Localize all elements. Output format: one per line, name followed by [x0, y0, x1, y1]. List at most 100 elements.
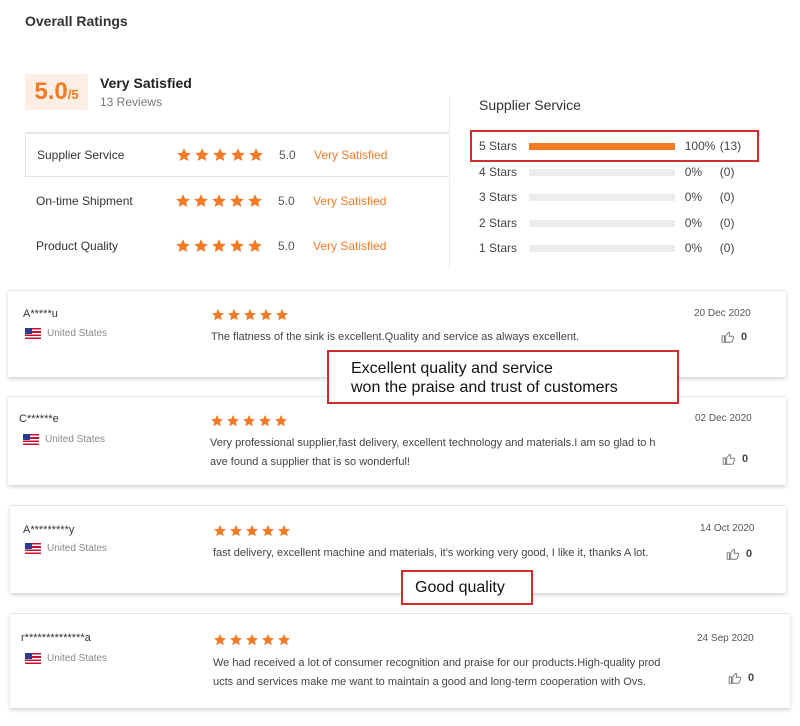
- star-icon: [246, 634, 258, 646]
- category-verdict: Very Satisfied: [313, 239, 387, 253]
- country-name: United States: [45, 434, 106, 445]
- like-button[interactable]: 0: [721, 330, 747, 344]
- category-stars: [175, 238, 278, 254]
- star-icon: [243, 415, 255, 427]
- distribution-count: (0): [719, 216, 735, 230]
- distribution-title: Supplier Service: [479, 97, 581, 113]
- overall-score: 5.0: [34, 78, 68, 105]
- country-name: United States: [47, 653, 108, 664]
- review-count: 13 Reviews: [100, 95, 163, 109]
- review-text-line: We had received a lot of consumer recogn…: [213, 657, 661, 669]
- thumbs-up-icon: [721, 331, 735, 343]
- star-icon: [230, 525, 242, 537]
- distribution-label: 3 Stars: [479, 190, 518, 204]
- like-button[interactable]: 0: [722, 452, 748, 466]
- like-count: 0: [748, 672, 755, 684]
- us-flag-icon: [25, 328, 41, 339]
- star-icon: [248, 194, 262, 207]
- reviewer-name: C******e: [19, 413, 59, 425]
- like-button[interactable]: 0: [726, 547, 752, 561]
- distribution-percent: 0%: [684, 190, 703, 204]
- star-icon: [212, 239, 226, 252]
- overall-score-max: /5: [67, 87, 79, 102]
- reviewer-country: United States: [23, 434, 105, 445]
- review-text-line: The flatness of the sink is excellent.Qu…: [211, 331, 580, 343]
- star-icon: [249, 148, 263, 161]
- distribution-percent: 0%: [684, 241, 703, 255]
- category-score: 5.0: [278, 194, 295, 208]
- star-icon: [214, 634, 226, 646]
- star-icon: [213, 148, 227, 161]
- like-count: 0: [741, 331, 748, 343]
- star-icon: [275, 415, 287, 427]
- distribution-label: 4 Stars: [479, 165, 518, 179]
- star-icon: [246, 525, 258, 537]
- reviewer-name: A*****u: [23, 308, 58, 320]
- star-icon: [262, 634, 274, 646]
- star-icon: [212, 194, 226, 207]
- distribution-row-2-stars: 2 Stars 0% (0): [479, 213, 749, 233]
- distribution-percent: 0%: [684, 216, 703, 230]
- review-date: 02 Dec 2020: [695, 413, 752, 424]
- star-icon: [230, 194, 244, 207]
- review-text: Very professional supplier,fast delivery…: [210, 434, 680, 472]
- star-icon: [176, 239, 190, 252]
- star-icon: [230, 239, 244, 252]
- star-icon: [278, 525, 290, 537]
- category-row-supplier-service: Supplier Service 5.0 Very Satisfied: [25, 133, 450, 177]
- star-icon: [278, 634, 290, 646]
- distribution-bar: [528, 142, 675, 150]
- review-text: We had received a lot of consumer recogn…: [213, 654, 693, 692]
- thumbs-up-icon: [722, 453, 736, 465]
- category-stars: [175, 193, 278, 209]
- review-text: The flatness of the sink is excellent.Qu…: [211, 328, 681, 347]
- reviewer-country: United States: [25, 328, 107, 339]
- distribution-percent: 100%: [684, 139, 716, 153]
- section-divider: [449, 96, 450, 270]
- like-button[interactable]: 0: [728, 671, 754, 685]
- category-score: 5.0: [279, 148, 296, 162]
- us-flag-icon: [25, 543, 41, 554]
- reviewer-country: United States: [25, 543, 107, 554]
- star-icon: [214, 525, 226, 537]
- distribution-row-3-stars: 3 Stars 0% (0): [479, 187, 749, 207]
- distribution-label: 2 Stars: [479, 216, 518, 230]
- star-icon: [211, 415, 223, 427]
- distribution-count: (13): [719, 139, 742, 153]
- category-row-product-quality: Product Quality 5.0 Very Satisfied: [25, 224, 450, 268]
- category-score: 5.0: [278, 239, 295, 253]
- like-count: 0: [742, 453, 749, 465]
- reviewer-country: United States: [25, 653, 107, 664]
- star-icon: [194, 194, 208, 207]
- star-icon: [177, 148, 191, 161]
- review-text-line: Very professional supplier,fast delivery…: [210, 437, 656, 449]
- star-icon: [230, 634, 242, 646]
- distribution-bar: [528, 244, 675, 252]
- callout-quality: Good quality: [401, 570, 533, 605]
- star-icon: [260, 309, 272, 321]
- overall-ratings-title: Overall Ratings: [25, 13, 128, 29]
- overall-verdict: Very Satisfied: [100, 75, 192, 91]
- thumbs-up-icon: [726, 548, 740, 560]
- star-icon: [228, 309, 240, 321]
- star-icon: [276, 309, 288, 321]
- distribution-bar: [528, 168, 675, 176]
- review-text-line: ave found a supplier that is so wonderfu…: [210, 456, 410, 468]
- reviewer-name: r**************a: [21, 632, 91, 644]
- star-icon: [259, 415, 271, 427]
- category-label: Product Quality: [36, 239, 119, 253]
- review-stars: [213, 633, 291, 647]
- review-card: C******e United States Very professional…: [8, 396, 786, 485]
- review-date: 20 Dec 2020: [694, 308, 751, 319]
- distribution-bar: [528, 219, 675, 227]
- distribution-label: 5 Stars: [479, 139, 518, 153]
- callout-line: Good quality: [415, 579, 505, 596]
- review-stars: [211, 308, 289, 322]
- distribution-row-4-stars: 4 Stars 0% (0): [479, 162, 749, 182]
- review-date: 14 Oct 2020: [700, 523, 755, 534]
- reviewer-name: A*********y: [23, 524, 75, 536]
- callout-line: Excellent quality and service: [351, 360, 553, 377]
- review-text-line: fast delivery, excellent machine and mat…: [213, 547, 649, 559]
- distribution-count: (0): [719, 190, 735, 204]
- distribution-percent: 0%: [684, 165, 703, 179]
